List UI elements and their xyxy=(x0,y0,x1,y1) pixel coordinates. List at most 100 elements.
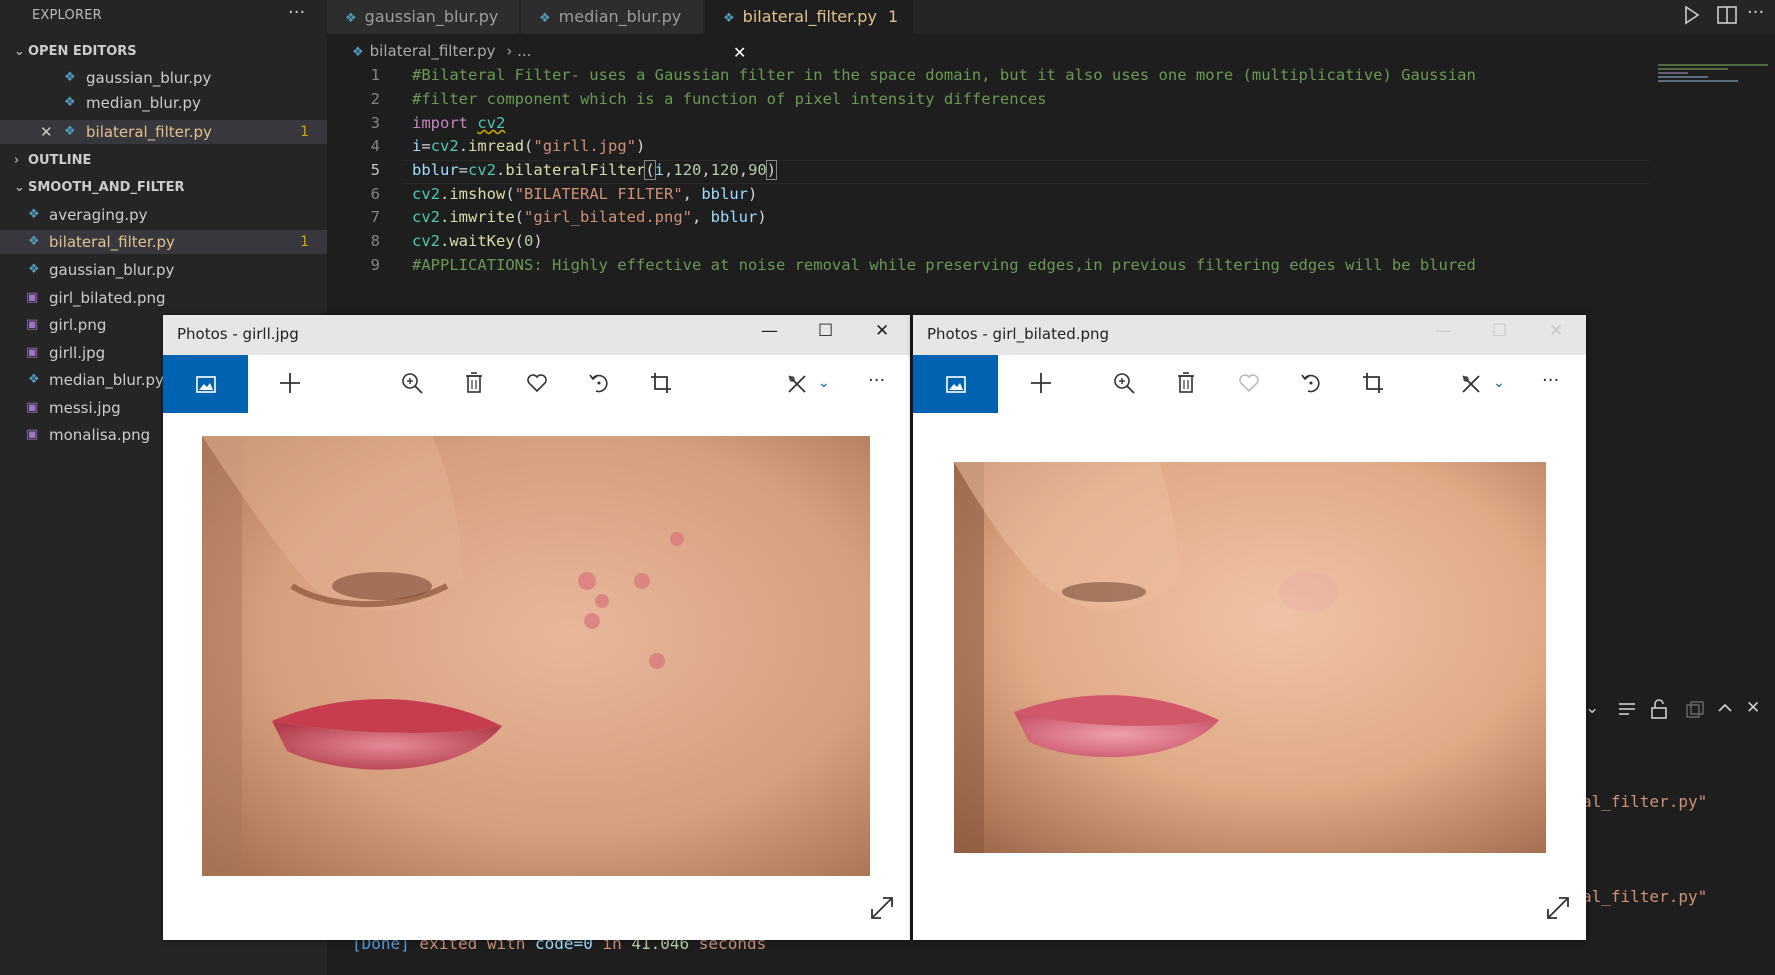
zoom-icon[interactable] xyxy=(401,372,423,400)
code-line-3[interactable]: import cv2 xyxy=(412,114,505,132)
file-label: girl.png xyxy=(49,316,107,334)
chevron-down-icon[interactable]: ⌄ xyxy=(1493,375,1505,391)
python-file-icon: ❖ xyxy=(28,207,40,222)
number-token: 120 xyxy=(710,161,739,179)
line-number: 7 xyxy=(370,208,380,226)
run-icon[interactable] xyxy=(1682,4,1702,26)
file-item[interactable]: ❖ averaging.py xyxy=(0,203,327,227)
photos-window-filtered[interactable]: Photos - girl_bilated.png — ☐ ✕ ⌄ ··· xyxy=(913,315,1586,940)
open-editors-label: OPEN EDITORS xyxy=(28,44,137,59)
open-editor-item[interactable]: ❖ median_blur.py xyxy=(0,91,327,115)
line-number: 5 xyxy=(370,161,380,179)
file-label: messi.jpg xyxy=(49,399,121,417)
photos-window-original[interactable]: Photos - girll.jpg — ☐ ✕ ⌄ ··· xyxy=(163,315,910,940)
chevron-down-icon[interactable]: ⌄ xyxy=(818,375,830,391)
terminal-path-fragment: al_filter.py" xyxy=(1582,792,1708,811)
close-panel-icon[interactable]: ✕ xyxy=(1746,698,1760,718)
more-actions-icon[interactable]: ··· xyxy=(1747,2,1764,23)
number-token: 120 xyxy=(673,161,702,179)
close-button[interactable]: ✕ xyxy=(875,321,889,341)
code-line-7[interactable]: cv2.imwrite("girl_bilated.png", bblur) xyxy=(412,208,767,226)
code-line-2[interactable]: #filter component which is a function of… xyxy=(412,90,1047,108)
number-token: 90 xyxy=(748,161,767,179)
photo-filtered-face xyxy=(954,462,1546,853)
chevron-down-icon[interactable]: ⌄ xyxy=(1585,698,1599,718)
code-line-9[interactable]: #APPLICATIONS: Highly effective at noise… xyxy=(412,256,1476,274)
split-editor-icon[interactable] xyxy=(1716,5,1738,25)
open-editor-label: median_blur.py xyxy=(86,94,201,112)
file-label: bilateral_filter.py xyxy=(49,233,175,251)
minimize-button[interactable]: — xyxy=(761,321,778,341)
fullscreen-icon[interactable] xyxy=(1545,895,1571,927)
open-editors-section[interactable]: ⌄ OPEN EDITORS xyxy=(14,44,137,59)
unlock-icon[interactable] xyxy=(1650,699,1668,719)
file-item-active[interactable]: ❖ bilateral_filter.py 1 xyxy=(0,230,327,254)
function-token: waitKey xyxy=(449,232,515,250)
breadcrumb-rest[interactable]: › ... xyxy=(506,42,531,60)
chevron-down-icon: ⌄ xyxy=(14,44,25,59)
breadcrumb[interactable]: ❖ bilateral_filter.py › ... xyxy=(352,42,531,60)
more-actions-icon[interactable]: ··· xyxy=(288,2,305,23)
folder-section[interactable]: ⌄ SMOOTH_AND_FILTER xyxy=(14,180,185,195)
close-button[interactable]: ✕ xyxy=(1549,321,1563,341)
tab-median-blur[interactable]: ❖ median_blur.py xyxy=(521,0,703,34)
python-file-icon: ❖ xyxy=(64,124,76,139)
code-line-1[interactable]: #Bilateral Filter- uses a Gaussian filte… xyxy=(412,66,1476,84)
breadcrumb-file[interactable]: bilateral_filter.py xyxy=(370,42,496,60)
delete-icon[interactable] xyxy=(465,372,483,400)
file-item[interactable]: ❖ gaussian_blur.py xyxy=(0,258,327,282)
minimize-button[interactable]: — xyxy=(1435,321,1452,341)
copy-icon[interactable] xyxy=(1685,700,1705,718)
more-actions-icon[interactable]: ··· xyxy=(868,370,885,391)
more-actions-icon[interactable]: ··· xyxy=(1542,370,1559,391)
module-token: cv2 xyxy=(468,161,497,179)
number-token: 0 xyxy=(524,232,534,250)
function-token: imshow xyxy=(449,185,506,203)
add-icon[interactable] xyxy=(1029,371,1053,401)
python-file-icon: ❖ xyxy=(64,70,76,85)
edit-draw-icon[interactable] xyxy=(1460,373,1484,401)
tab-close-icon[interactable]: ✕ xyxy=(733,43,746,62)
favorite-icon[interactable] xyxy=(1238,373,1260,399)
string-token: "girl_bilated.png" xyxy=(524,208,692,226)
open-editor-item-active[interactable]: ✕ ❖ bilateral_filter.py 1 xyxy=(0,120,327,144)
close-icon[interactable]: ✕ xyxy=(40,120,53,144)
code-line-5[interactable]: bblur=cv2.bilateralFilter(i,120,120,90) xyxy=(412,160,778,180)
photo-original-face xyxy=(202,436,870,876)
open-editor-item[interactable]: ❖ gaussian_blur.py xyxy=(0,66,327,90)
crop-icon[interactable] xyxy=(1362,372,1384,400)
add-icon[interactable] xyxy=(278,371,302,401)
function-token: bilateralFilter xyxy=(505,161,646,179)
code-line-8[interactable]: cv2.waitKey(0) xyxy=(412,232,543,250)
tab-gaussian-blur[interactable]: ❖ gaussian_blur.py xyxy=(327,0,519,34)
code-line-6[interactable]: cv2.imshow("BILATERAL FILTER", bblur) xyxy=(412,185,757,203)
file-label: averaging.py xyxy=(49,206,148,224)
crop-icon[interactable] xyxy=(650,372,672,400)
view-image-button[interactable] xyxy=(163,355,248,413)
function-token: imread xyxy=(468,137,525,155)
variable-token: bblur xyxy=(701,185,749,203)
file-label: monalisa.png xyxy=(49,426,151,444)
file-item[interactable]: ▣ girl_bilated.png xyxy=(0,286,327,310)
edit-draw-icon[interactable] xyxy=(786,373,810,401)
favorite-icon[interactable] xyxy=(526,373,548,399)
variable-token: i xyxy=(654,161,665,179)
variable-token: i xyxy=(412,137,422,155)
maximize-button[interactable]: ☐ xyxy=(818,321,833,341)
delete-icon[interactable] xyxy=(1177,372,1195,400)
clear-output-icon[interactable] xyxy=(1617,700,1637,718)
rotate-icon[interactable] xyxy=(1300,372,1322,400)
zoom-icon[interactable] xyxy=(1113,372,1135,400)
view-image-button[interactable] xyxy=(913,355,998,413)
fullscreen-icon[interactable] xyxy=(869,895,895,927)
minimap[interactable] xyxy=(1658,62,1770,82)
maximize-button[interactable]: ☐ xyxy=(1492,321,1507,341)
operator-token: . xyxy=(496,161,506,179)
chevron-up-icon[interactable] xyxy=(1716,700,1734,716)
code-line-4[interactable]: i=cv2.imread("girll.jpg") xyxy=(412,137,645,155)
module-token: cv2 xyxy=(412,185,440,203)
tab-bilateral-filter[interactable]: ❖ bilateral_filter.py 1 ✕ xyxy=(705,0,913,62)
rotate-icon[interactable] xyxy=(588,372,610,400)
python-file-icon: ❖ xyxy=(28,234,40,249)
outline-section[interactable]: › OUTLINE xyxy=(14,153,91,168)
